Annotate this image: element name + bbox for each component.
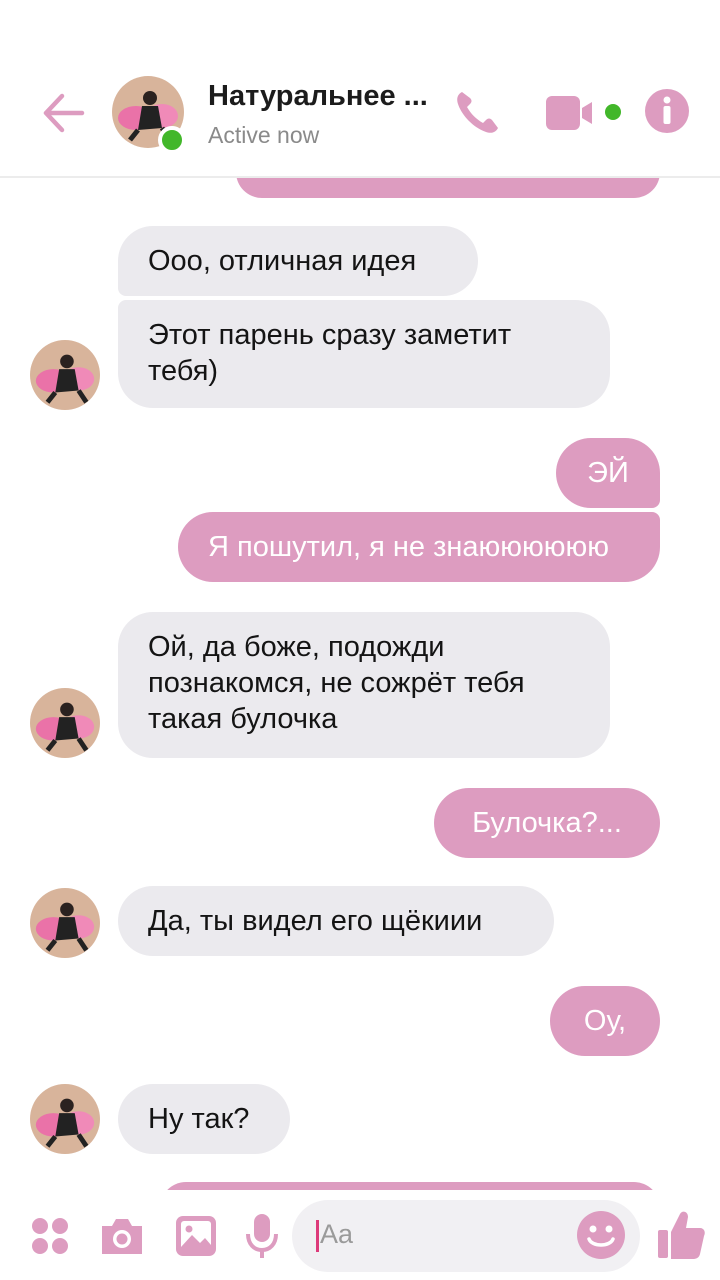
message-bubble-incoming[interactable]: Этот парень сразу заметит тебя) (118, 300, 610, 408)
back-arrow-icon[interactable] (38, 88, 88, 138)
active-status: Active now (208, 122, 320, 148)
chat-header: Натуральнее ... Active now (0, 60, 720, 178)
message-input[interactable]: Aa (292, 1200, 640, 1272)
message-bubble-outgoing[interactable]: Оу, (550, 986, 660, 1056)
phone-icon[interactable] (450, 84, 506, 140)
message-bubble-incoming[interactable]: Ооо, отличная идея (118, 226, 478, 296)
message-bubble-outgoing[interactable]: Я пошутил, я не знаюююююю (178, 512, 660, 582)
text-caret (316, 1220, 319, 1252)
online-indicator (158, 126, 186, 154)
microphone-icon[interactable] (244, 1212, 280, 1260)
camera-icon[interactable] (98, 1214, 146, 1258)
message-bubble-outgoing[interactable] (160, 1182, 660, 1190)
avatar[interactable] (30, 888, 100, 958)
avatar[interactable] (30, 1084, 100, 1154)
message-input-placeholder: Aa (320, 1219, 354, 1249)
image-icon[interactable] (174, 1214, 218, 1258)
emoji-icon[interactable] (576, 1210, 626, 1260)
avatar[interactable] (30, 688, 100, 758)
message-bubble-incoming[interactable]: Ну так? (118, 1084, 290, 1154)
apps-icon[interactable] (30, 1216, 70, 1256)
message-bubble-outgoing[interactable]: ЭЙ (556, 438, 660, 508)
thumbs-up-icon[interactable] (656, 1208, 706, 1262)
contact-name[interactable]: Натуральнее ... (208, 80, 440, 113)
message-bubble-incoming[interactable]: Да, ты видел его щёкиии (118, 886, 554, 956)
composer-bar: Aa (0, 1190, 720, 1280)
video-camera-icon[interactable] (544, 92, 630, 136)
message-bubble-outgoing[interactable]: Булочка?... (434, 788, 660, 858)
info-icon[interactable] (644, 88, 690, 134)
message-bubble-outgoing[interactable] (236, 178, 660, 198)
status-bar (0, 0, 720, 60)
message-thread[interactable]: Ооо, отличная идея Этот парень сразу зам… (0, 178, 720, 1190)
avatar[interactable] (30, 340, 100, 410)
message-bubble-incoming[interactable]: Ой, да боже, подожди познакомся, не сожр… (118, 612, 610, 758)
